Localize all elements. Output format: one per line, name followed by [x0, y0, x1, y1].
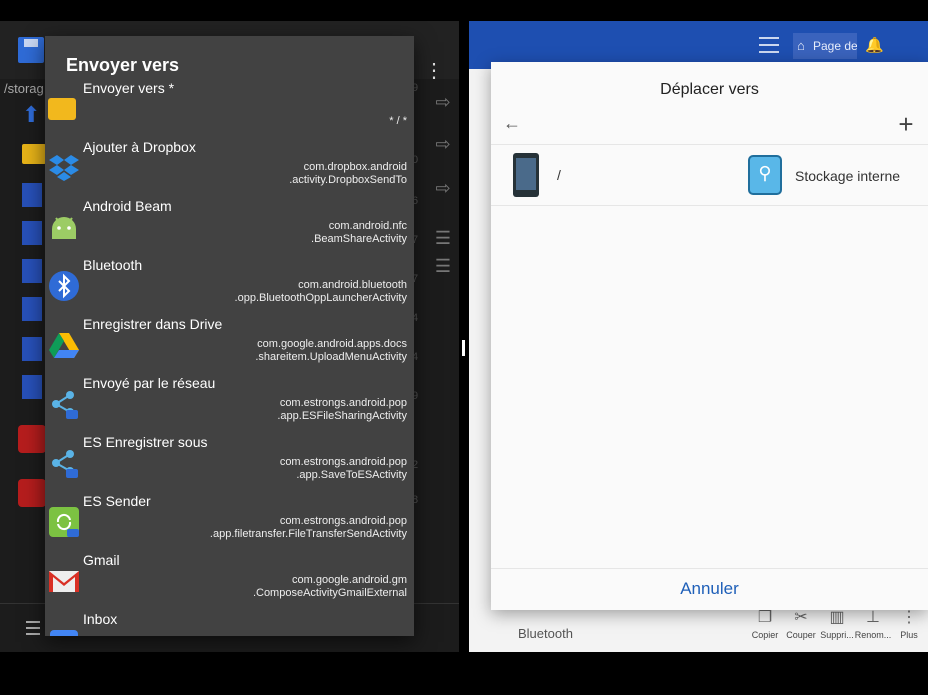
folder-icon: [48, 98, 76, 120]
send-option-activity: .app.filetransfer.FileTransferSendActivi…: [209, 528, 407, 540]
send-option-activity: .activity.DropboxSendTo: [289, 174, 407, 186]
move-dialog-title: Déplacer vers: [660, 81, 759, 98]
send-arrow-icon[interactable]: ⇨: [432, 179, 454, 197]
send-option-label: Envoyer vers *: [83, 80, 175, 96]
send-option-label: ES Sender: [83, 493, 151, 509]
path-breadcrumb[interactable]: /storag: [4, 81, 44, 101]
send-option-package: com.estrongs.android.pop: [279, 456, 407, 468]
location-row[interactable]: / Stockage interne: [491, 145, 928, 205]
delete-button[interactable]: ▥ Suppri...: [818, 606, 856, 652]
usb-storage-icon[interactable]: [748, 155, 782, 195]
send-option-activity: .BeamShareActivity: [311, 233, 407, 245]
back-arrow-icon[interactable]: ←: [503, 112, 521, 134]
send-option-android-beam[interactable]: Android Beam com.android.nfc .BeamShareA…: [45, 198, 414, 257]
send-option-package: com.google.android.gm: [292, 574, 407, 586]
send-option-activity: .shareitem.UploadMenuActivity: [255, 351, 407, 363]
send-arrow-icon[interactable]: ⇨: [432, 93, 454, 111]
send-option-dropbox[interactable]: Ajouter à Dropbox com.dropbox.android .a…: [45, 139, 414, 198]
send-option-network[interactable]: Envoyé par le réseau com.estrongs.androi…: [45, 375, 414, 434]
inbox-icon: [48, 624, 80, 636]
send-option-label: ES Enregistrer sous: [83, 434, 208, 450]
overflow-menu-icon[interactable]: ⋮: [424, 57, 444, 85]
selected-file-label: Bluetooth: [518, 626, 573, 641]
rename-button[interactable]: ⊥ Renom...: [854, 606, 892, 652]
document-icon[interactable]: [22, 337, 42, 361]
send-option-package: com.android.bluetooth: [298, 279, 407, 291]
network-share-icon: [48, 388, 80, 420]
list-view-icon[interactable]: ☰: [432, 229, 454, 247]
bluetooth-icon: [48, 270, 80, 302]
move-to-dialog: Déplacer vers ← + / Stockage interne Ann…: [491, 62, 928, 610]
gmail-icon: [48, 565, 80, 597]
list-view-icon[interactable]: ☰: [432, 257, 454, 275]
send-option-package: com.android.nfc: [328, 220, 407, 232]
es-save-icon: [48, 447, 80, 479]
more-button[interactable]: ⋮ Plus: [890, 606, 928, 652]
send-option-activity: .app.SaveToESActivity: [296, 469, 407, 481]
save-icon[interactable]: [18, 37, 44, 63]
document-icon[interactable]: [22, 259, 42, 283]
android-icon: [48, 211, 80, 243]
checklist-icon[interactable]: [18, 617, 40, 639]
send-option-label: Android Beam: [83, 198, 172, 214]
send-option-es-save-as[interactable]: ES Enregistrer sous com.estrongs.android…: [45, 434, 414, 493]
send-option-activity: .app.ESFileSharingActivity: [277, 410, 407, 422]
storage-label[interactable]: Stockage interne: [795, 168, 900, 184]
dropbox-icon: [48, 152, 80, 184]
app-installer-icon[interactable]: [18, 425, 46, 453]
folder-icon[interactable]: [22, 144, 46, 164]
home-icon: ⌂: [797, 38, 805, 53]
bell-icon[interactable]: 🔔: [865, 37, 884, 55]
delete-label: Suppri...: [820, 630, 854, 640]
cut-button[interactable]: ✂ Couper: [782, 606, 820, 652]
document-icon[interactable]: [22, 375, 42, 399]
hamburger-menu-icon[interactable]: [759, 37, 779, 53]
cancel-button[interactable]: Annuler: [491, 569, 928, 609]
send-option-activity: .opp.BluetoothOppLauncherActivity: [234, 292, 407, 304]
more-label: Plus: [900, 630, 918, 640]
rename-label: Renom...: [854, 630, 892, 640]
send-option-package: com.estrongs.android.pop: [279, 515, 407, 527]
pdf-icon[interactable]: [18, 479, 46, 507]
google-drive-icon: [48, 329, 80, 361]
send-option-activity: .ComposeActivityGmailExternal: [252, 587, 407, 599]
home-tab[interactable]: ⌂ Page de: [793, 33, 857, 59]
send-option-bluetooth[interactable]: Bluetooth com.android.bluetooth .opp.Blu…: [45, 257, 414, 316]
send-dialog-title: Envoyer vers: [66, 55, 180, 75]
screen: ⋮ /storag ⬆ 9 0 6 7 7 4 4 9 2 8 ⇨ ⇨ ⇨ ☰ …: [0, 0, 928, 695]
new-folder-plus-icon[interactable]: +: [895, 111, 917, 137]
send-option-package: com.estrongs.android.pop: [279, 397, 407, 409]
right-bottom-bar: Bluetooth ❐ Copier ✂ Couper ▥ Suppri... …: [469, 606, 928, 652]
send-option-label: Enregistrer dans Drive: [83, 316, 223, 332]
document-icon[interactable]: [22, 221, 42, 245]
send-option-label: Envoyé par le réseau: [83, 375, 216, 391]
home-tab-label: Page de: [813, 39, 857, 53]
divider: [491, 205, 928, 206]
es-sender-icon: [48, 506, 80, 538]
send-option-label: Ajouter à Dropbox: [83, 139, 196, 155]
phone-icon: [513, 153, 539, 197]
send-option-drive[interactable]: Enregistrer dans Drive com.google.androi…: [45, 316, 414, 375]
copy-button[interactable]: ❐ Copier: [746, 606, 784, 652]
cut-label: Couper: [786, 630, 816, 640]
send-option-inbox[interactable]: Inbox: [45, 611, 414, 636]
up-arrow-icon[interactable]: ⬆: [22, 103, 42, 127]
document-icon[interactable]: [22, 297, 42, 321]
send-option-package: * / *: [389, 115, 407, 127]
send-to-dialog: Envoyer vers Envoyer vers * * / * Ajoute…: [45, 36, 414, 636]
send-option-es-sender[interactable]: ES Sender com.estrongs.android.pop .app.…: [45, 493, 414, 552]
send-option-package: com.google.android.apps.docs: [257, 338, 407, 350]
send-option-package: com.dropbox.android: [303, 161, 407, 173]
send-option-envoyer-vers[interactable]: Envoyer vers * * / *: [45, 80, 414, 139]
send-option-label: Inbox: [83, 611, 118, 627]
send-option-label: Bluetooth: [83, 257, 143, 273]
document-icon[interactable]: [22, 183, 42, 207]
send-option-label: Gmail: [83, 552, 120, 568]
current-path: /: [557, 167, 561, 183]
copy-label: Copier: [751, 630, 779, 640]
send-option-gmail[interactable]: Gmail com.google.android.gm .ComposeActi…: [45, 552, 414, 611]
split-divider-handle[interactable]: [462, 340, 465, 356]
send-arrow-icon[interactable]: ⇨: [432, 135, 454, 153]
